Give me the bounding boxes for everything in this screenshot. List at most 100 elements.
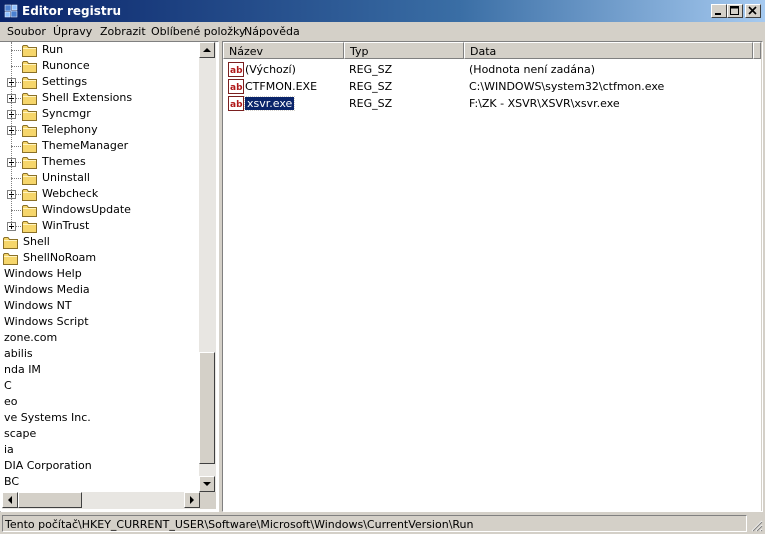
value-data: (Hodnota není zadána) <box>469 63 596 76</box>
value-name: (Výchozí) <box>245 63 296 76</box>
maximize-button[interactable] <box>727 4 743 18</box>
status-bar: Tento počítač\HKEY_CURRENT_USER\Software… <box>0 512 765 534</box>
scroll-down-button[interactable] <box>199 476 215 492</box>
resize-grip-icon[interactable] <box>750 519 763 532</box>
tree-item[interactable]: Telephony <box>42 122 98 138</box>
tree-item[interactable]: Settings <box>42 74 87 90</box>
folder-icon <box>22 44 38 57</box>
window-title: Editor registru <box>22 4 122 18</box>
value-type: REG_SZ <box>349 97 393 110</box>
arrow-down-icon <box>203 482 211 486</box>
title-bar[interactable]: Editor registru <box>0 0 765 22</box>
menu-bar: Soubor Úpravy Zobrazit Oblíbené položky … <box>0 22 765 41</box>
tree-item[interactable]: scape <box>4 426 36 442</box>
tree-item[interactable]: ShellNoRoam <box>23 250 96 266</box>
value-row[interactable]: ab xsvr.exe REG_SZ F:\ZK - XSVR\XSVR\xsvr.e… <box>223 95 761 112</box>
minimize-button[interactable] <box>711 4 727 18</box>
tree-item[interactable]: ia <box>4 442 14 458</box>
scroll-left-button[interactable] <box>2 492 18 508</box>
folder-icon <box>22 204 38 217</box>
svg-text:ab: ab <box>230 66 243 76</box>
tree-connector <box>11 210 21 211</box>
value-data: C:\WINDOWS\system32\ctfmon.exe <box>469 80 665 93</box>
folder-icon <box>22 220 38 233</box>
menu-file[interactable]: Soubor <box>7 24 46 40</box>
tree-item[interactable]: Shell <box>23 234 50 250</box>
tree-item[interactable]: ve Systems Inc. <box>4 410 91 426</box>
tree-item[interactable]: Webcheck <box>42 186 98 202</box>
close-button[interactable] <box>745 4 761 18</box>
tree-item[interactable]: Windows Media <box>4 282 90 298</box>
minimize-icon <box>715 13 721 15</box>
value-type: REG_SZ <box>349 63 393 76</box>
folder-icon <box>3 252 19 265</box>
folder-icon <box>22 60 38 73</box>
tree-item[interactable]: Shell Extensions <box>42 90 132 106</box>
value-row[interactable]: ab (Výchozí) REG_SZ (Hodnota není zadána) <box>223 61 761 78</box>
folder-icon <box>22 140 38 153</box>
scrollbar-corner <box>200 492 216 509</box>
svg-text:ab: ab <box>230 83 243 93</box>
tree-item[interactable]: eo <box>4 394 18 410</box>
tree-connector <box>11 66 21 67</box>
tree-item[interactable]: Windows Help <box>4 266 82 282</box>
folder-icon <box>22 156 38 169</box>
menu-view[interactable]: Zobrazit <box>100 24 146 40</box>
column-header-data[interactable]: Data <box>464 42 753 59</box>
value-name: xsvr.exe <box>243 96 296 111</box>
arrow-up-icon <box>203 48 211 52</box>
tree-item[interactable]: zone.com <box>4 330 57 346</box>
value-name: CTFMON.EXE <box>245 80 318 93</box>
tree-item[interactable]: Syncmgr <box>42 106 91 122</box>
hscroll-thumb[interactable] <box>18 492 82 508</box>
folder-icon <box>22 108 38 121</box>
maximize-icon <box>730 6 739 15</box>
tree-item[interactable]: Windows NT <box>4 298 72 314</box>
regedit-icon <box>4 4 18 18</box>
tree-item[interactable]: nda IM <box>4 362 41 378</box>
folder-icon <box>22 92 38 105</box>
tree-connector <box>11 146 21 147</box>
tree-item[interactable]: WindowsUpdate <box>42 202 131 218</box>
menu-edit[interactable]: Úpravy <box>53 24 92 40</box>
tree-item[interactable]: ThemeManager <box>42 138 128 154</box>
value-list[interactable]: Název Typ Data ab (Výchozí) REG_SZ (Hodnota… <box>223 42 761 511</box>
tree-vertical-scrollbar[interactable] <box>199 42 216 493</box>
column-header-filler <box>753 42 761 59</box>
string-value-icon: ab <box>228 62 244 77</box>
column-header-name[interactable]: Název <box>223 42 344 59</box>
string-value-icon: ab <box>228 96 244 111</box>
folder-icon <box>22 188 38 201</box>
folder-icon <box>3 236 19 249</box>
tree-connector <box>11 50 21 51</box>
folder-icon <box>22 172 38 185</box>
tree-item[interactable]: BC <box>4 474 19 490</box>
value-data: F:\ZK - XSVR\XSVR\xsvr.exe <box>469 97 620 110</box>
tree-item[interactable]: Run <box>42 42 63 58</box>
scroll-up-button[interactable] <box>199 42 215 58</box>
column-header-type[interactable]: Typ <box>344 42 464 59</box>
scroll-thumb[interactable] <box>199 352 215 464</box>
tree-item[interactable]: Windows Script <box>4 314 89 330</box>
status-path: Tento počítač\HKEY_CURRENT_USER\Software… <box>2 515 747 532</box>
folder-icon <box>22 124 38 137</box>
tree-item[interactable]: Themes <box>42 154 86 170</box>
tree-horizontal-scrollbar[interactable] <box>2 492 201 509</box>
registry-key-tree[interactable]: Run Runonce Settings Shell Extensions Syncmg… <box>0 42 218 511</box>
tree-item[interactable]: DIA Corporation <box>4 458 92 474</box>
menu-help[interactable]: Nápověda <box>244 24 300 40</box>
svg-text:ab: ab <box>230 100 243 110</box>
arrow-right-icon <box>190 496 194 504</box>
folder-icon <box>22 76 38 89</box>
tree-item[interactable]: Runonce <box>42 58 90 74</box>
tree-item[interactable]: C <box>4 378 12 394</box>
value-row[interactable]: ab CTFMON.EXE REG_SZ C:\WINDOWS\system32\ct… <box>223 78 761 95</box>
tree-item[interactable]: Uninstall <box>42 170 90 186</box>
menu-favorites[interactable]: Oblíbené položky <box>151 24 246 40</box>
tree-item[interactable]: abilis <box>4 346 33 362</box>
registry-editor-window: Editor registru Soubor Úpravy Zobrazit O… <box>0 0 765 534</box>
tree-item[interactable]: WinTrust <box>42 218 89 234</box>
scroll-right-button[interactable] <box>184 492 200 508</box>
value-type: REG_SZ <box>349 80 393 93</box>
tree-connector <box>11 178 21 179</box>
